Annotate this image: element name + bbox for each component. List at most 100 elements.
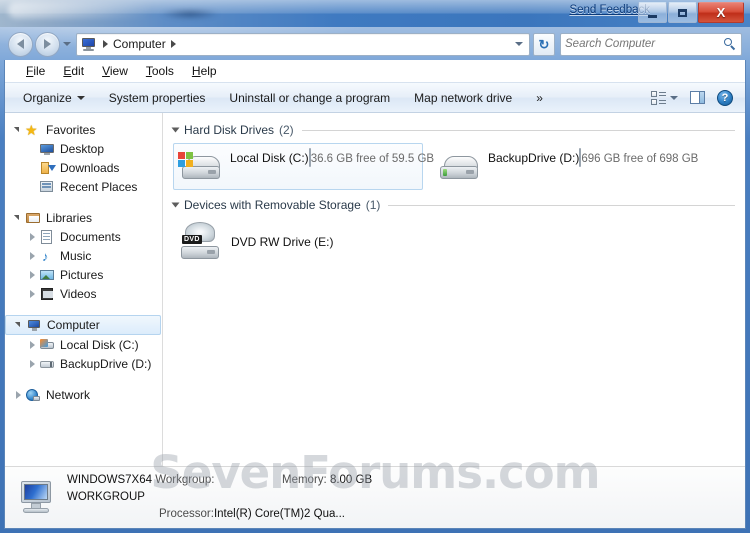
close-button[interactable]: X xyxy=(698,2,744,23)
back-button[interactable] xyxy=(8,31,33,57)
sidebar-item-label: Music xyxy=(60,248,92,263)
preview-pane-icon xyxy=(690,91,705,104)
memory-label: Memory: xyxy=(282,474,327,486)
group-count: (2) xyxy=(279,123,294,137)
expand-triangle-open-icon[interactable] xyxy=(13,213,23,223)
sidebar-item-recent-places[interactable]: Recent Places xyxy=(5,177,162,196)
sidebar-item-label: Downloads xyxy=(60,160,120,175)
expand-triangle-closed-icon[interactable] xyxy=(27,359,37,369)
chevron-down-icon xyxy=(76,95,85,100)
group-rule xyxy=(301,129,735,131)
sidebar-item-label: Computer xyxy=(47,318,100,332)
expand-triangle-open-icon[interactable] xyxy=(14,320,24,330)
change-view-button[interactable] xyxy=(645,88,684,108)
sidebar-item-videos[interactable]: Videos xyxy=(5,284,162,303)
group-header[interactable]: Hard Disk Drives (2) xyxy=(171,121,735,139)
back-arrow-icon xyxy=(17,39,24,49)
sidebar-item-documents[interactable]: Documents xyxy=(5,227,162,246)
computer-icon xyxy=(26,317,42,333)
drive-tile[interactable]: Local Disk (C:) 36.6 GB free of 59.5 GB xyxy=(173,143,434,190)
expand-triangle-closed-icon[interactable] xyxy=(27,232,37,242)
drive-info: BackupDrive (D:) 696 GB free of 698 GB xyxy=(488,148,698,167)
windows-logo-icon xyxy=(178,152,194,168)
sidebar-item-favorites[interactable]: ★ Favorites xyxy=(5,120,162,139)
address-dropdown-button[interactable] xyxy=(511,42,527,46)
navigation-pane: ★ Favorites Desktop Downloads Recent Places L… xyxy=(5,113,163,466)
menu-tools[interactable]: Tools xyxy=(137,62,183,80)
refresh-button[interactable]: ↻ xyxy=(533,32,555,56)
system-properties-button[interactable]: System properties xyxy=(97,87,218,109)
sidebar-item-backupdrive-d[interactable]: BackupDrive (D:) xyxy=(5,354,162,373)
sidebar-item-downloads[interactable]: Downloads xyxy=(5,158,162,177)
drive-name: DVD RW Drive (E:) xyxy=(231,235,334,249)
processor-value: Intel(R) Core(TM)2 Qua... xyxy=(213,508,345,520)
help-button[interactable]: ? xyxy=(711,87,739,109)
search-input[interactable] xyxy=(565,38,723,50)
expand-triangle-closed-icon[interactable] xyxy=(27,251,37,261)
drive-tile[interactable]: BackupDrive (D:) 696 GB free of 698 GB xyxy=(431,143,698,190)
breadcrumb-separator-icon[interactable] xyxy=(170,40,176,48)
sidebar-item-label: Pictures xyxy=(60,267,104,282)
expand-triangle-closed-icon[interactable] xyxy=(27,289,37,299)
expand-triangle-closed-icon[interactable] xyxy=(27,270,37,280)
details-line-1: WINDOWS7X64 Workgroup: WORKGROUP Memory:… xyxy=(67,472,372,506)
group-title: Devices with Removable Storage xyxy=(184,198,361,212)
refresh-icon: ↻ xyxy=(538,36,550,52)
menu-help[interactable]: Help xyxy=(183,62,226,80)
computer-name-value: WINDOWS7X64 xyxy=(67,474,152,486)
sidebar-item-pictures[interactable]: Pictures xyxy=(5,265,162,284)
sidebar-item-music[interactable]: ♪ Music xyxy=(5,246,162,265)
pictures-icon xyxy=(39,267,55,283)
hard-drive-icon xyxy=(436,148,484,188)
breadcrumb-computer[interactable]: Computer xyxy=(111,37,168,51)
group-header[interactable]: Devices with Removable Storage (1) xyxy=(171,196,735,214)
drive-name: Local Disk (C:) xyxy=(230,151,309,165)
forward-arrow-icon xyxy=(44,39,51,49)
toolbar-overflow-button[interactable]: » xyxy=(524,87,555,109)
drive-capacity-text: 36.6 GB free of 59.5 GB xyxy=(310,153,435,165)
command-toolbar: Organize System properties Uninstall or … xyxy=(5,82,745,113)
recent-pages-button[interactable] xyxy=(60,32,74,57)
sidebar-item-local-disk-c[interactable]: Local Disk (C:) xyxy=(5,335,162,354)
organize-button[interactable]: Organize xyxy=(11,87,97,109)
group-title: Hard Disk Drives xyxy=(184,123,275,137)
collapse-triangle-icon[interactable] xyxy=(171,127,180,133)
drive-info: Local Disk (C:) 36.6 GB free of 59.5 GB xyxy=(230,148,434,167)
address-bar[interactable]: Computer xyxy=(76,32,530,56)
menu-edit[interactable]: Edit xyxy=(54,62,93,80)
sidebar-item-label: Recent Places xyxy=(60,179,138,194)
forward-button[interactable] xyxy=(35,31,60,57)
minimize-button[interactable] xyxy=(638,2,667,23)
expand-triangle-closed-icon[interactable] xyxy=(27,340,37,350)
expand-triangle-closed-icon[interactable] xyxy=(13,390,23,400)
menu-view[interactable]: View xyxy=(93,62,137,80)
hard-drive-windows-icon xyxy=(178,148,226,188)
chevron-down-icon xyxy=(515,42,523,46)
maximize-button[interactable] xyxy=(668,2,697,23)
drive-tiles: DVD DVD RW Drive (E:) xyxy=(173,218,735,266)
search-box[interactable] xyxy=(560,32,742,56)
music-icon: ♪ xyxy=(42,248,49,264)
map-network-drive-button[interactable]: Map network drive xyxy=(402,87,524,109)
memory-value: 8.00 GB xyxy=(329,474,373,486)
backup-drive-icon xyxy=(39,356,55,372)
organize-label: Organize xyxy=(23,90,72,105)
expand-triangle-open-icon[interactable] xyxy=(13,125,23,135)
drive-item-dvd[interactable]: DVD DVD RW Drive (E:) xyxy=(173,218,337,266)
uninstall-or-change-program-button[interactable]: Uninstall or change a program xyxy=(217,87,402,109)
sidebar-item-desktop[interactable]: Desktop xyxy=(5,139,162,158)
collapse-triangle-icon[interactable] xyxy=(171,202,180,208)
drive-capacity-text: 696 GB free of 698 GB xyxy=(581,153,699,165)
sidebar-item-libraries[interactable]: Libraries xyxy=(5,208,162,227)
explorer-window: Send Feedback X Computer ↻ Search Comput… xyxy=(0,0,750,533)
drive-tiles: Local Disk (C:) 36.6 GB free of 59.5 GB Ba… xyxy=(173,143,735,190)
show-preview-pane-button[interactable] xyxy=(684,88,711,107)
sidebar-item-computer[interactable]: Computer xyxy=(5,315,161,335)
navigation-bar: Computer ↻ xyxy=(4,28,746,60)
menu-file[interactable]: File xyxy=(17,62,54,80)
sidebar-item-label: Favorites xyxy=(46,122,96,137)
sidebar-item-network[interactable]: Network xyxy=(5,385,162,404)
